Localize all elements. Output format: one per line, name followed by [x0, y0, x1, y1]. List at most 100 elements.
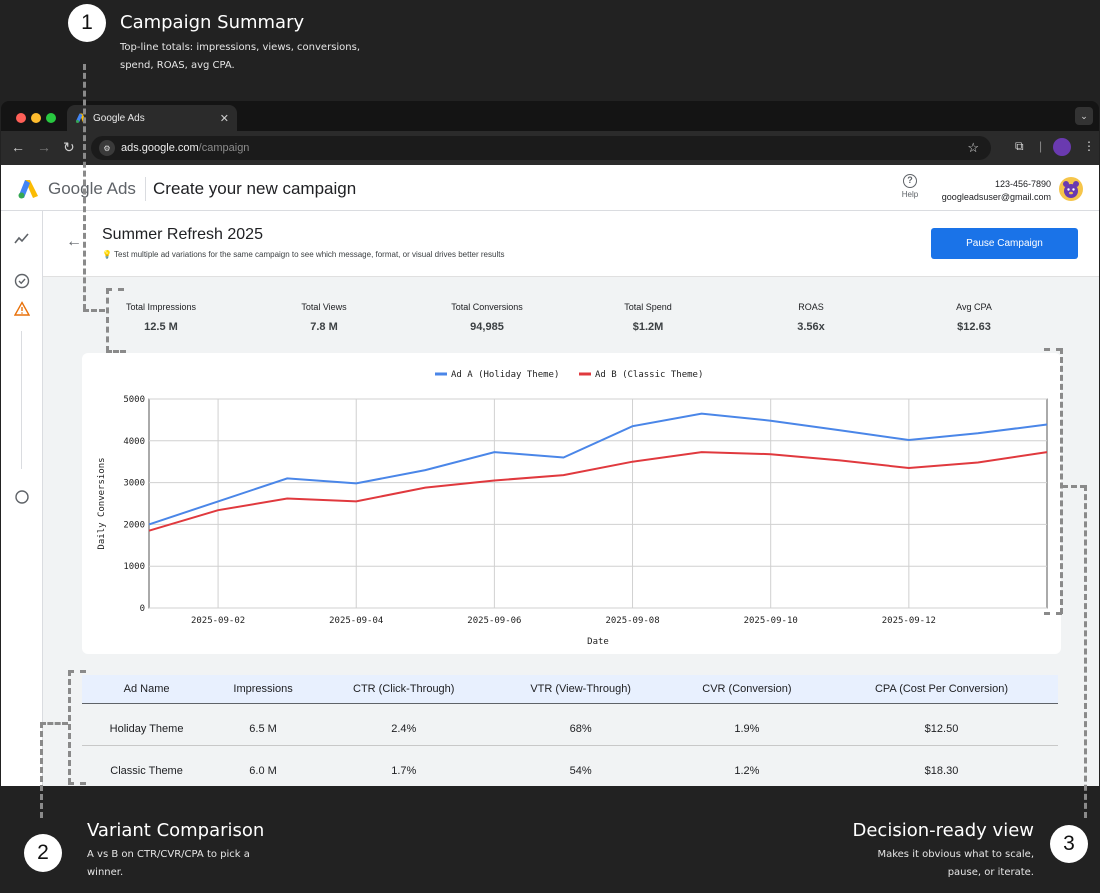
help-icon: ? — [903, 174, 917, 188]
col-impressions: Impressions — [211, 675, 315, 704]
x-tick-label: 2025-09-04 — [329, 616, 383, 626]
google-ads-page: Google Ads Create your new campaign ? He… — [1, 165, 1099, 786]
left-sidebar — [1, 211, 43, 786]
connector-2 — [40, 722, 43, 818]
table-row[interactable]: Classic Theme 6.0 M 1.7% 54% 1.2% $18.30 — [82, 745, 1058, 786]
annotation-3-desc: Makes it obvious what to scale, pause, o… — [877, 849, 1034, 878]
extensions-icon[interactable]: ⧉ — [1015, 139, 1024, 154]
connector-1 — [83, 64, 86, 310]
annotation-2-badge: 2 — [24, 834, 62, 872]
kpi-label: Total Impressions — [125, 302, 197, 312]
y-tick-label: 2000 — [123, 520, 145, 530]
kpi-label: Total Views — [301, 302, 347, 312]
brand-name: Google Ads — [48, 179, 136, 198]
cell-ad-name: Holiday Theme — [82, 703, 212, 746]
connector-2 — [68, 670, 71, 784]
cell-vtr: 68% — [492, 703, 669, 746]
kpi-value: 94,985 — [470, 321, 504, 333]
back-icon[interactable]: ← — [11, 139, 25, 155]
cell-cpa: $12.50 — [825, 703, 1058, 746]
maximize-window-dot[interactable] — [46, 113, 56, 123]
table-header-row: Ad Name Impressions CTR (Click-Through) … — [82, 675, 1058, 704]
close-tab-icon[interactable]: ✕ — [220, 112, 229, 125]
progress-track — [21, 331, 22, 469]
cell-vtr: 54% — [492, 745, 669, 786]
kpi-value: 12.5 M — [144, 321, 178, 333]
kpi-total-spend: Total Spend $1.2M — [605, 302, 691, 333]
connector-1 — [106, 288, 124, 291]
bookmark-star-icon[interactable]: ☆ — [967, 140, 979, 156]
legend-label: Ad A (Holiday Theme) — [451, 370, 559, 380]
site-info-icon[interactable]: ⚙ — [99, 140, 115, 156]
toolbar-divider: | — [1039, 139, 1043, 153]
annotation-2-desc: A vs B on CTR/CVR/CPA to pick a winner. — [87, 849, 250, 878]
url-host: ads.google.com — [121, 142, 199, 154]
conversions-chart: 0 1000 2000 3000 4000 5000 2025-09-02 2025-09-0… — [82, 353, 1061, 654]
connector-3 — [1062, 485, 1086, 488]
connector-1 — [106, 288, 109, 352]
kpi-label: Total Spend — [624, 302, 672, 312]
kpi-value: 3.56x — [797, 321, 825, 333]
kpi-value: 7.8 M — [310, 321, 338, 333]
kpi-total-views: Total Views 7.8 M — [281, 302, 367, 333]
profile-avatar-icon[interactable] — [1053, 138, 1071, 156]
account-email: googleadsuser@gmail.com — [941, 192, 1051, 202]
address-bar: ← → ↻ ⚙ ads.google.com /campaign ☆ ⧉ | ⋮ — [1, 131, 1099, 165]
lightbulb-icon: 💡 — [102, 250, 112, 259]
y-tick-label: 1000 — [123, 562, 145, 572]
cell-ctr: 1.7% — [314, 745, 493, 786]
cell-cvr: 1.9% — [668, 703, 825, 746]
x-tick-label: 2025-09-08 — [605, 616, 659, 626]
url-path: /campaign — [198, 142, 250, 154]
browser-window: Google Ads ✕ ⌄ ← → ↻ ⚙ ads.google.com /c… — [1, 101, 1099, 786]
browser-tab[interactable]: Google Ads ✕ — [67, 105, 237, 131]
tab-title: Google Ads — [93, 112, 145, 124]
line-chart-svg: 0 1000 2000 3000 4000 5000 2025-09-02 2025-09-0… — [97, 370, 1048, 647]
kpi-value: $1.2M — [632, 321, 664, 333]
annotation-3-title: Decision-ready view — [852, 820, 1035, 841]
url-input[interactable]: ⚙ ads.google.com /campaign ☆ — [91, 136, 991, 160]
cell-ad-name: Classic Theme — [82, 745, 212, 786]
warning-icon[interactable] — [13, 301, 31, 317]
tab-search-icon[interactable]: ⌄ — [1075, 107, 1093, 125]
pause-campaign-button[interactable]: Pause Campaign — [931, 228, 1078, 259]
user-avatar[interactable] — [1059, 177, 1083, 201]
trend-icon[interactable] — [14, 231, 30, 247]
annotation-2-title: Variant Comparison — [87, 820, 265, 841]
reload-icon[interactable]: ↻ — [63, 139, 75, 156]
account-info[interactable]: 123-456-7890 googleadsuser@gmail.com — [942, 178, 1051, 204]
plot-frame — [148, 398, 1048, 609]
check-circle-icon[interactable] — [14, 273, 30, 289]
table-row[interactable]: Holiday Theme 6.5 M 2.4% 68% 1.9% $12.50 — [82, 703, 1058, 746]
close-window-dot[interactable] — [16, 113, 26, 123]
col-cvr: CVR (Conversion) — [668, 675, 825, 704]
y-tick-label: 3000 — [123, 479, 145, 489]
kpi-label: Total Conversions — [451, 302, 523, 312]
col-ad-name: Ad Name — [82, 675, 212, 704]
y-tick-label: 5000 — [123, 395, 145, 405]
minimize-window-dot[interactable] — [31, 113, 41, 123]
y-tick-label: 0 — [140, 604, 145, 614]
back-arrow-icon[interactable]: ← — [66, 233, 82, 251]
step-circle-icon[interactable] — [14, 489, 30, 505]
x-tick-label: 2025-09-02 — [191, 616, 245, 626]
x-tick-label: 2025-09-12 — [882, 616, 936, 626]
browser-menu-icon[interactable]: ⋮ — [1083, 139, 1095, 153]
x-tick-label: 2025-09-06 — [467, 616, 521, 626]
x-axis-label: Date — [587, 637, 609, 647]
cell-impressions: 6.0 M — [211, 745, 315, 786]
help-button[interactable]: ? Help — [898, 174, 922, 199]
connector-3 — [1060, 348, 1063, 614]
account-phone: 123-456-7890 — [994, 179, 1051, 189]
google-ads-logo-icon — [17, 179, 39, 199]
variant-comparison-table: Ad Name Impressions CTR (Click-Through) … — [82, 675, 1058, 786]
col-vtr: VTR (View-Through) — [492, 675, 669, 704]
kpi-label: Avg CPA — [956, 302, 992, 312]
forward-icon[interactable]: → — [37, 139, 51, 155]
col-cpa: CPA (Cost Per Conversion) — [825, 675, 1058, 704]
legend-label: Ad B (Classic Theme) — [595, 370, 703, 380]
help-label: Help — [901, 190, 919, 199]
header-divider — [145, 177, 146, 201]
cell-ctr: 2.4% — [314, 703, 493, 746]
connector-1 — [83, 309, 105, 312]
